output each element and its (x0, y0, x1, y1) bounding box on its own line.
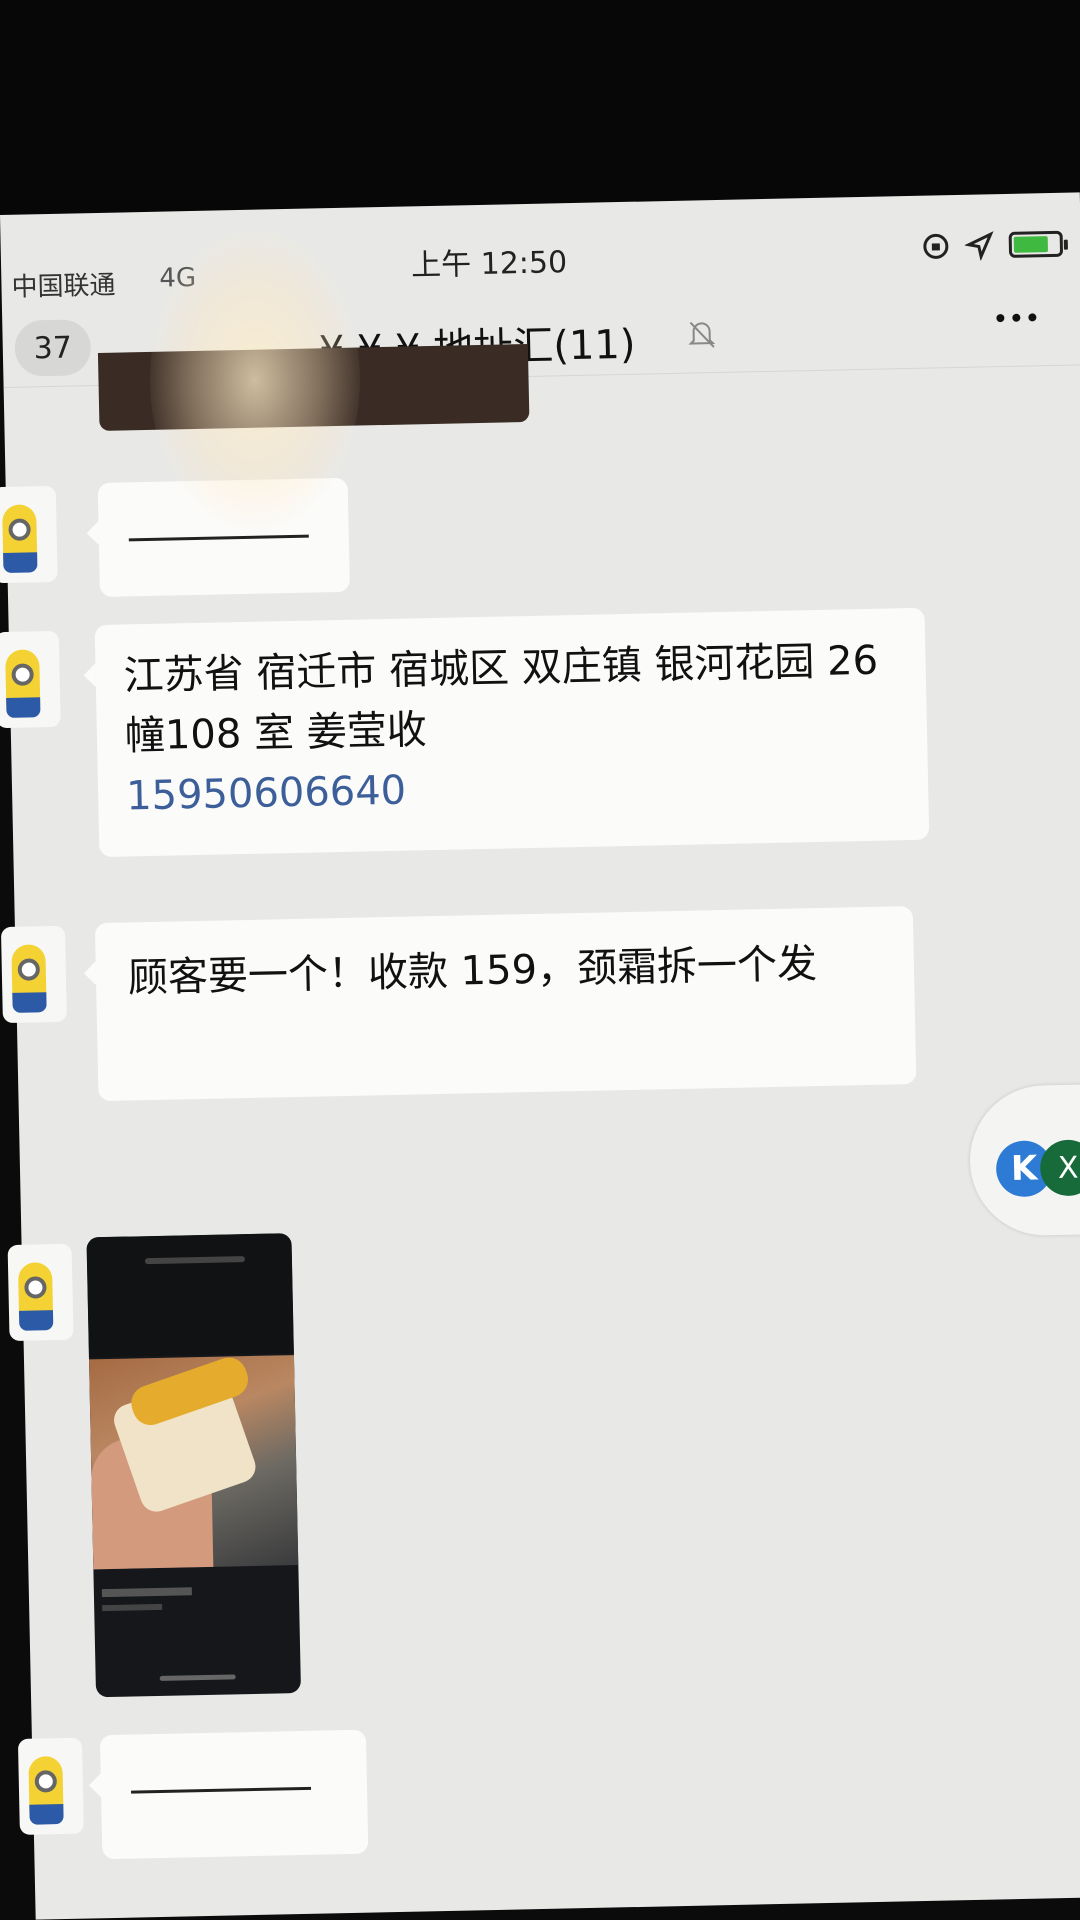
message-bubble[interactable]: ———— (99, 1729, 369, 1860)
avatar[interactable] (0, 630, 61, 729)
dash-line (131, 1786, 312, 1794)
dash-line (128, 534, 309, 542)
more-dots-icon[interactable] (996, 313, 1037, 323)
avatar[interactable] (7, 1243, 74, 1342)
message-bubble[interactable]: 顾客要一个！收款 159，颈霜拆一个发 (94, 906, 917, 1102)
product-photo (88, 1352, 299, 1570)
previous-image-message[interactable] (97, 343, 530, 431)
image-message[interactable] (86, 1233, 302, 1698)
message-text: 江苏省 宿迁市 宿城区 双庄镇 银河花园 26幢108 室 姜莹收 (123, 637, 879, 760)
back-button-unread-count[interactable]: 37 (14, 319, 92, 377)
message-bubble[interactable]: ———— (97, 477, 350, 597)
avatar[interactable] (0, 485, 58, 584)
network-type: 4G (159, 262, 197, 294)
bell-off-icon (686, 318, 717, 355)
location-arrow-icon (963, 230, 996, 262)
message-bubble[interactable]: 江苏省 宿迁市 宿城区 双庄镇 银河花园 26幢108 室 姜莹收 159506… (94, 607, 930, 858)
avatar[interactable] (0, 925, 67, 1024)
avatar[interactable] (17, 1737, 84, 1835)
x-app-icon[interactable]: X (1039, 1139, 1080, 1197)
battery-charging-icon (1008, 230, 1068, 258)
orientation-lock-icon (921, 231, 952, 262)
status-icons (921, 229, 1068, 262)
floating-shortcut[interactable]: K X (968, 1083, 1080, 1237)
message-list[interactable]: ———— 江苏省 宿迁市 宿城区 双庄镇 银河花园 26幢108 室 姜莹收 1… (0, 343, 1080, 1919)
phone-screen: 中国联通 4G 上午 12:50 37 ¥ ¥ ¥ 地址汇(11) (0, 192, 1080, 1920)
status-time: 上午 12:50 (410, 245, 568, 284)
message-text: 顾客要一个！收款 159，颈霜拆一个发 (127, 941, 818, 1002)
